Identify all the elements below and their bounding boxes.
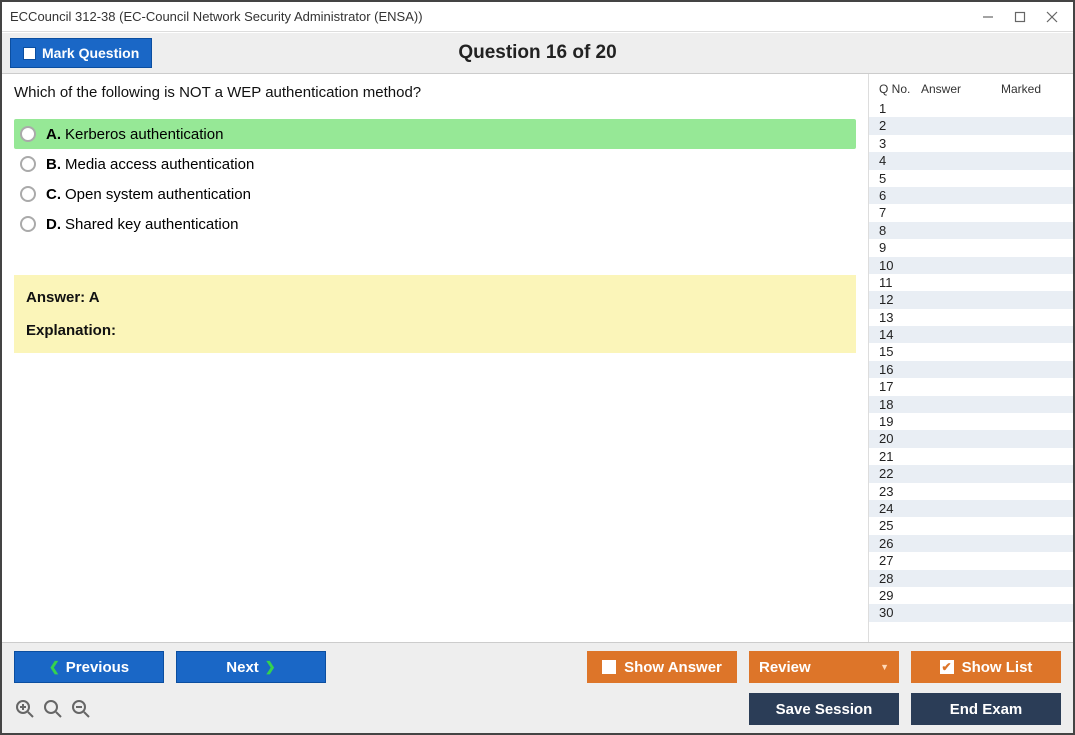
maximize-icon[interactable] xyxy=(1013,10,1027,24)
zoom-in-icon[interactable] xyxy=(14,698,36,720)
question-list-panel: Q No. Answer Marked 12345678910111213141… xyxy=(868,74,1073,642)
save-session-button[interactable]: Save Session xyxy=(749,693,899,725)
question-list-row[interactable]: 28 xyxy=(869,570,1073,587)
question-list-header: Q No. Answer Marked xyxy=(869,80,1073,100)
chevron-right-icon: ❯ xyxy=(265,659,276,675)
zoom-controls xyxy=(14,698,92,720)
show-answer-button[interactable]: Show Answer xyxy=(587,651,737,683)
question-list-row[interactable]: 7 xyxy=(869,204,1073,221)
radio-icon xyxy=(20,126,36,142)
window-controls xyxy=(981,10,1065,24)
choice-d[interactable]: D.Shared key authentication xyxy=(14,209,856,239)
window-title: ECCouncil 312-38 (EC-Council Network Sec… xyxy=(10,9,981,24)
question-list-row[interactable]: 1 xyxy=(869,100,1073,117)
radio-icon xyxy=(20,216,36,232)
question-list-row[interactable]: 22 xyxy=(869,465,1073,482)
chevron-down-icon: ▼ xyxy=(880,662,889,672)
show-list-label: Show List xyxy=(962,659,1033,676)
save-session-label: Save Session xyxy=(776,701,873,718)
header-qno: Q No. xyxy=(879,82,921,96)
choice-b[interactable]: B.Media access authentication xyxy=(14,149,856,179)
question-list-row[interactable]: 5 xyxy=(869,170,1073,187)
toolbar: Mark Question Question 16 of 20 xyxy=(2,32,1073,74)
question-list-row[interactable]: 13 xyxy=(869,309,1073,326)
question-list-row[interactable]: 20 xyxy=(869,430,1073,447)
question-list-row[interactable]: 17 xyxy=(869,378,1073,395)
question-list-row[interactable]: 12 xyxy=(869,291,1073,308)
question-list-row[interactable]: 16 xyxy=(869,361,1073,378)
radio-icon xyxy=(20,186,36,202)
app-window: ECCouncil 312-38 (EC-Council Network Sec… xyxy=(0,0,1075,735)
question-list-row[interactable]: 10 xyxy=(869,257,1073,274)
question-list-row[interactable]: 26 xyxy=(869,535,1073,552)
mark-checkbox-icon xyxy=(23,47,36,60)
choice-letter: D. xyxy=(46,216,61,233)
choice-letter: C. xyxy=(46,186,61,203)
question-list-row[interactable]: 11 xyxy=(869,274,1073,291)
radio-icon xyxy=(20,156,36,172)
footer-row-2: Save Session End Exam xyxy=(14,693,1061,725)
question-list-row[interactable]: 25 xyxy=(869,517,1073,534)
question-list-row[interactable]: 8 xyxy=(869,222,1073,239)
mark-question-button[interactable]: Mark Question xyxy=(10,38,152,68)
question-list-row[interactable]: 9 xyxy=(869,239,1073,256)
choice-text: Media access authentication xyxy=(65,156,254,173)
question-text: Which of the following is NOT a WEP auth… xyxy=(14,84,856,101)
previous-label: Previous xyxy=(66,659,129,676)
checkbox-icon xyxy=(602,660,616,674)
mark-label: Mark Question xyxy=(42,45,139,61)
question-list-row[interactable]: 21 xyxy=(869,448,1073,465)
zoom-out-icon[interactable] xyxy=(70,698,92,720)
explanation-label: Explanation: xyxy=(26,322,844,339)
choice-text: Shared key authentication xyxy=(65,216,238,233)
question-counter: Question 16 of 20 xyxy=(2,42,1073,64)
question-list-row[interactable]: 24 xyxy=(869,500,1073,517)
close-icon[interactable] xyxy=(1045,10,1059,24)
next-label: Next xyxy=(226,659,259,676)
question-list-row[interactable]: 18 xyxy=(869,396,1073,413)
review-dropdown[interactable]: Review ▼ xyxy=(749,651,899,683)
review-label: Review xyxy=(759,659,811,676)
answer-box: Answer: A Explanation: xyxy=(14,275,856,353)
chevron-left-icon: ❮ xyxy=(49,659,60,675)
question-list-row[interactable]: 4 xyxy=(869,152,1073,169)
show-list-button[interactable]: ✔ Show List xyxy=(911,651,1061,683)
header-answer: Answer xyxy=(921,82,1001,96)
choice-text: Open system authentication xyxy=(65,186,251,203)
choice-c[interactable]: C.Open system authentication xyxy=(14,179,856,209)
question-list-row[interactable]: 27 xyxy=(869,552,1073,569)
titlebar: ECCouncil 312-38 (EC-Council Network Sec… xyxy=(2,2,1073,32)
question-list-row[interactable]: 29 xyxy=(869,587,1073,604)
end-exam-label: End Exam xyxy=(950,701,1023,718)
end-exam-button[interactable]: End Exam xyxy=(911,693,1061,725)
question-list-row[interactable]: 15 xyxy=(869,343,1073,360)
question-list[interactable]: 1234567891011121314151617181920212223242… xyxy=(869,100,1073,636)
footer: ❮ Previous Next ❯ Show Answer Review ▼ ✔… xyxy=(2,642,1073,733)
zoom-icon[interactable] xyxy=(42,698,64,720)
minimize-icon[interactable] xyxy=(981,10,995,24)
show-answer-label: Show Answer xyxy=(624,659,722,676)
choice-a[interactable]: A.Kerberos authentication xyxy=(14,119,856,149)
question-list-row[interactable]: 14 xyxy=(869,326,1073,343)
choice-text: Kerberos authentication xyxy=(65,126,223,143)
question-list-row[interactable]: 2 xyxy=(869,117,1073,134)
question-list-row[interactable]: 6 xyxy=(869,187,1073,204)
question-list-row[interactable]: 23 xyxy=(869,483,1073,500)
footer-row-1: ❮ Previous Next ❯ Show Answer Review ▼ ✔… xyxy=(14,651,1061,683)
previous-button[interactable]: ❮ Previous xyxy=(14,651,164,683)
header-marked: Marked xyxy=(1001,82,1063,96)
question-list-row[interactable]: 3 xyxy=(869,135,1073,152)
checkbox-checked-icon: ✔ xyxy=(940,660,954,674)
question-list-row[interactable]: 30 xyxy=(869,604,1073,621)
body: Which of the following is NOT a WEP auth… xyxy=(2,74,1073,642)
choice-letter: A. xyxy=(46,126,61,143)
next-button[interactable]: Next ❯ xyxy=(176,651,326,683)
question-list-row[interactable]: 19 xyxy=(869,413,1073,430)
question-panel: Which of the following is NOT a WEP auth… xyxy=(2,74,868,642)
answer-line: Answer: A xyxy=(26,289,844,306)
choice-letter: B. xyxy=(46,156,61,173)
